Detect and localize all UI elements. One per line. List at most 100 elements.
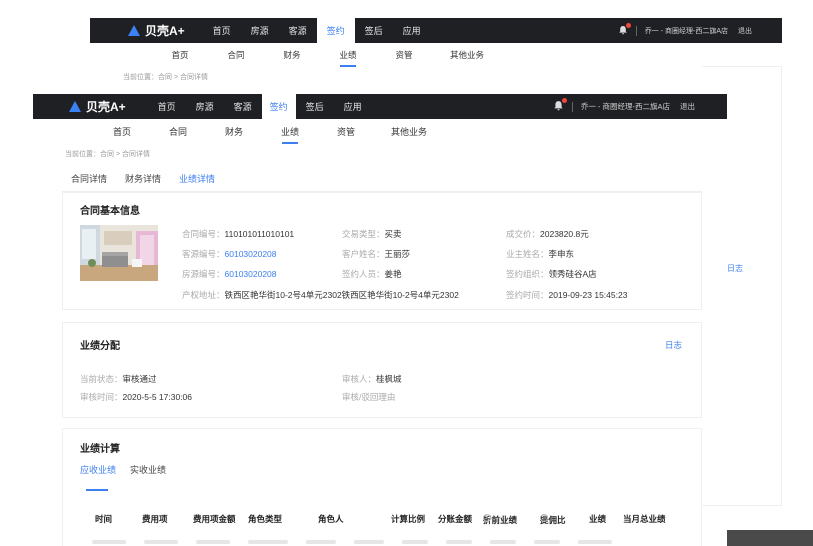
field-label: 签约组织： xyxy=(506,269,549,279)
tab-contract-detail[interactable]: 合同详情 xyxy=(62,172,116,185)
corner-overlay xyxy=(727,530,813,546)
col-calc-ratio: 计算比例 xyxy=(391,514,426,524)
nav-contract[interactable]: 签约 xyxy=(261,94,296,119)
field-label: 交易类型： xyxy=(342,229,385,239)
divider xyxy=(635,25,637,36)
col-time: 时间 xyxy=(95,514,113,524)
back-nav-clients[interactable]: 客源 xyxy=(279,18,317,43)
field-value: 110101011010101 xyxy=(224,229,295,239)
reason-field: 审核/驳回理由 xyxy=(342,391,395,403)
back-nav-home[interactable]: 首页 xyxy=(203,18,241,43)
cell-placeholder xyxy=(306,540,336,544)
cell-placeholder xyxy=(354,540,384,544)
nav-clients[interactable]: 客源 xyxy=(224,94,262,119)
subnav-finance[interactable]: 财务 xyxy=(206,125,262,138)
brand-logo[interactable]: 贝壳A+ xyxy=(69,98,126,115)
back-subnav-contract[interactable]: 合同 xyxy=(208,49,264,61)
back-brand-name: 贝壳A+ xyxy=(145,24,185,38)
review-time-field: 审核时间：2020-5-5 17:30:06 xyxy=(80,391,192,403)
field-label: 客源编号： xyxy=(182,249,225,259)
tab-received-performance[interactable]: 实收业绩 xyxy=(130,463,166,476)
field-label: 审核/驳回理由 xyxy=(342,392,396,402)
performance-allocation-card xyxy=(62,322,702,418)
subnav-performance[interactable]: 业绩 xyxy=(262,125,318,138)
field-value: 2020-5-5 17:30:06 xyxy=(122,392,192,402)
back-user-info[interactable]: 乔一 - 商圈经理-西二旗A店 xyxy=(645,26,728,36)
detail-tabs: 合同详情 财务详情 业绩详情 xyxy=(62,166,702,192)
logo-icon xyxy=(128,25,140,36)
house-no-link[interactable]: 60103020208 xyxy=(225,269,277,279)
back-subnav-finance[interactable]: 财务 xyxy=(264,49,320,61)
subnav-contract[interactable]: 合同 xyxy=(150,125,206,138)
bell-icon[interactable] xyxy=(618,22,631,37)
client-no-link[interactable]: 60103020208 xyxy=(225,249,277,259)
notification-dot xyxy=(561,98,567,103)
field-value: 王丽莎 xyxy=(384,249,411,259)
bell-icon[interactable] xyxy=(553,98,567,113)
subnav-other[interactable]: 其他业务 xyxy=(374,125,444,138)
top-navbar: 贝壳A+ 首页 房源 客源 签约 签后 应用 乔一 - 商圈经理-西二旗A店 退… xyxy=(33,94,727,119)
subnav-assets[interactable]: 资管 xyxy=(318,125,374,138)
field-label: 审核时间： xyxy=(80,392,123,402)
contract-info-title: 合同基本信息 xyxy=(80,206,140,217)
user-area: 乔一 - 商圈经理-西二旗A店 退出 xyxy=(553,98,695,113)
back-sub-nav: 首页 合同 财务 业绩 资管 其他业务 xyxy=(152,49,502,61)
address-field: 产权地址：铁西区艳华街10-2号4单元2302铁西区艳华街10-2号4单元230… xyxy=(182,289,459,301)
back-nav-contract[interactable]: 签约 xyxy=(316,18,355,43)
field-label: 合同编号： xyxy=(182,229,225,239)
back-nav-post-sign[interactable]: 签后 xyxy=(355,18,393,43)
col-role-person: 角色人 xyxy=(318,514,344,524)
back-panel: 日志 xyxy=(702,66,782,506)
back-nav-apps[interactable]: 应用 xyxy=(393,18,431,43)
back-log-link[interactable]: 日志 xyxy=(727,263,743,274)
tab-performance-detail[interactable]: 业绩详情 xyxy=(170,172,224,185)
status-field: 当前状态：审核通过 xyxy=(80,373,157,385)
subnav-home[interactable]: 首页 xyxy=(94,125,150,138)
client-no-field: 客源编号：60103020208 xyxy=(182,248,277,260)
notification-dot xyxy=(625,22,631,28)
sign-time-field: 签约时间：2019-09-23 15:45:23 xyxy=(506,289,627,301)
back-logout-link[interactable]: 退出 xyxy=(738,26,752,36)
cell-placeholder xyxy=(402,540,428,544)
sub-nav: 首页 合同 财务 业绩 资管 其他业务 xyxy=(94,125,444,138)
logout-link[interactable]: 退出 xyxy=(680,101,695,112)
help-icon[interactable]: ? xyxy=(540,514,548,522)
nav-apps[interactable]: 应用 xyxy=(334,94,372,119)
col-monthly-total: 当月总业绩 xyxy=(623,514,666,524)
tab-receivable-performance[interactable]: 应收业绩 xyxy=(80,463,116,491)
divider xyxy=(571,101,573,112)
back-subnav-performance[interactable]: 业绩 xyxy=(320,49,376,61)
field-label: 客户姓名： xyxy=(342,249,385,259)
back-nav-listings[interactable]: 房源 xyxy=(241,18,279,43)
log-link[interactable]: 日志 xyxy=(665,339,682,351)
field-value: 买卖 xyxy=(384,229,402,239)
field-label: 房源编号： xyxy=(182,269,225,279)
back-brand-logo[interactable]: 贝壳A+ xyxy=(128,22,185,39)
field-value: 姜艳 xyxy=(384,269,402,279)
nav-post-sign[interactable]: 签后 xyxy=(296,94,334,119)
back-top-navbar: 贝壳A+ 首页 房源 客源 签约 签后 应用 乔一 - 商圈经理-西二旗A店 退… xyxy=(90,18,782,43)
user-info[interactable]: 乔一 - 商圈经理-西二旗A店 xyxy=(581,101,670,112)
field-label: 签约时间： xyxy=(506,290,549,300)
col-performance: 业绩 xyxy=(589,514,607,524)
cell-placeholder xyxy=(446,540,472,544)
back-subnav-assets[interactable]: 资管 xyxy=(376,49,432,61)
nav-listings[interactable]: 房源 xyxy=(186,94,224,119)
nav-home[interactable]: 首页 xyxy=(148,94,186,119)
tab-finance-detail[interactable]: 财务详情 xyxy=(116,172,170,185)
field-value: 李申东 xyxy=(548,249,575,259)
brand-name: 贝壳A+ xyxy=(86,100,126,114)
contract-no-field: 合同编号：110101011010101 xyxy=(182,228,294,240)
back-main-nav: 首页 房源 客源 签约 签后 应用 xyxy=(203,18,431,43)
house-no-field: 房源编号：60103020208 xyxy=(182,268,277,280)
back-subnav-other[interactable]: 其他业务 xyxy=(432,49,502,61)
performance-calc-title: 业绩计算 xyxy=(80,444,120,455)
col-fee-amount: 费用项金额 xyxy=(193,514,236,524)
help-icon[interactable]: ? xyxy=(483,514,491,522)
back-subnav-home[interactable]: 首页 xyxy=(152,49,208,61)
property-photo[interactable] xyxy=(80,225,158,281)
field-value: 2019-09-23 15:45:23 xyxy=(548,290,628,300)
table-row xyxy=(92,540,682,546)
signer-field: 签约人员：姜艳 xyxy=(342,268,402,280)
status-value: 审核通过 xyxy=(122,374,157,384)
